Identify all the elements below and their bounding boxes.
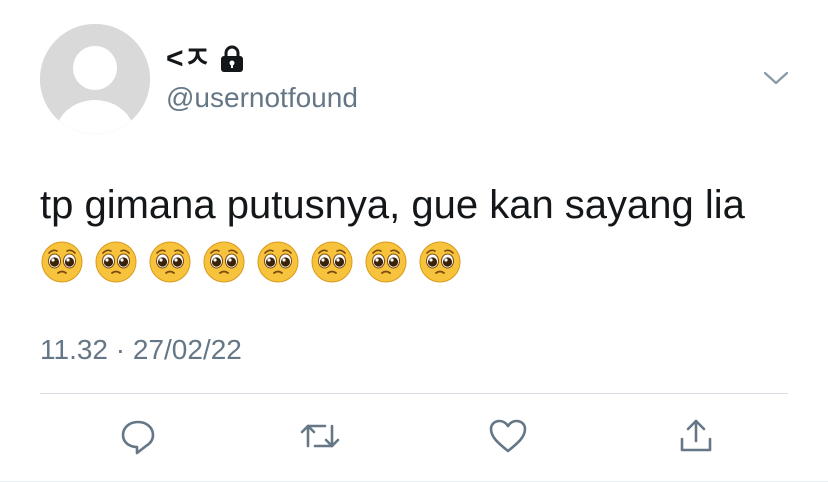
pleading-face-emoji — [95, 241, 137, 283]
tweet-text: tp gimana putusnya, gue kan sayang lia — [40, 176, 780, 292]
pleading-face-emoji — [149, 241, 191, 283]
heart-icon[interactable] — [486, 414, 530, 458]
pleading-face-emoji — [203, 241, 245, 283]
pleading-face-emoji — [41, 241, 83, 283]
pleading-face-emoji — [311, 241, 353, 283]
default-avatar-icon — [40, 24, 150, 134]
emoji-row — [40, 241, 472, 285]
pleading-face-emoji — [419, 241, 461, 283]
avatar[interactable] — [40, 24, 150, 134]
pleading-face-emoji — [365, 241, 407, 283]
divider — [40, 393, 788, 394]
user-handle[interactable]: @usernotfound — [166, 82, 358, 114]
share-icon[interactable] — [674, 414, 718, 458]
pleading-face-emoji — [257, 241, 299, 283]
lock-icon — [219, 45, 245, 73]
tweet-text-body: tp gimana putusnya, gue kan sayang lia — [40, 183, 745, 227]
action-bar — [0, 414, 828, 460]
tweet-timestamp[interactable]: 11.32 · 27/02/22 — [40, 334, 242, 366]
chevron-down-icon[interactable] — [762, 66, 790, 90]
retweet-icon[interactable] — [298, 414, 342, 458]
reply-icon[interactable] — [116, 414, 160, 458]
display-name[interactable]: <ㅈ — [166, 42, 211, 76]
author-name-row: <ㅈ — [166, 42, 245, 76]
